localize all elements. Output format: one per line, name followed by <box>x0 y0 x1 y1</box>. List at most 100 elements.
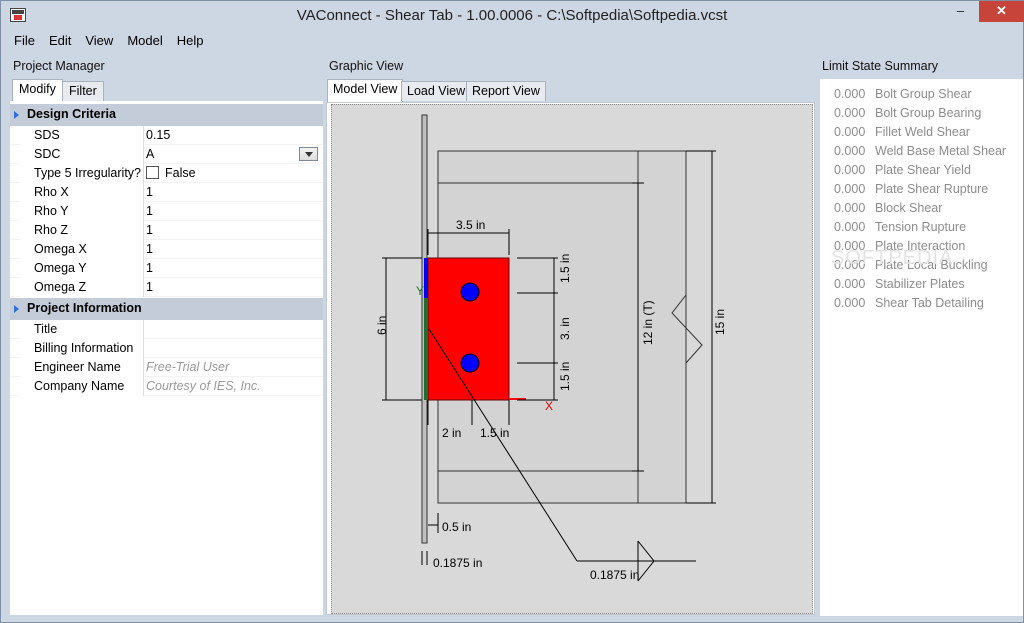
dim-plate-thickness: 0.1875 in <box>433 556 482 570</box>
property-label: Engineer Name <box>20 358 144 377</box>
property-value[interactable]: 1 <box>146 223 321 240</box>
dim-weld-size: 0.1875 in <box>590 568 639 582</box>
property-value[interactable] <box>146 341 321 358</box>
limit-state-label: Block Shear <box>875 201 943 215</box>
dim-h15: 15 in <box>713 309 727 335</box>
limit-state-value: 0.000 <box>834 144 866 158</box>
watermark: SOFTPEDIA <box>831 247 954 269</box>
bolt-hole <box>460 353 480 373</box>
model-canvas[interactable]: X Y 3.5 in 6 in 1.5 in 3. in 1.5 in 12 i… <box>326 102 815 615</box>
limit-state-panel: 0.000 Bolt Group Shear 0.000 Bolt Group Be… <box>820 79 1023 616</box>
limit-state-row[interactable]: 0.000 Bolt Group Bearing <box>834 106 981 125</box>
dim-h12: 12 in (T) <box>641 300 655 345</box>
graphic-view-panel: Model View Load View Report View X Y 3.5… <box>324 79 817 616</box>
limit-state-row[interactable]: 0.000 Block Shear <box>834 201 942 220</box>
shear-plate <box>427 257 510 401</box>
tab-filter[interactable]: Filter <box>62 81 104 101</box>
y-axis-label: Y <box>416 284 424 298</box>
limit-state-value: 0.000 <box>834 220 866 234</box>
property-value[interactable]: 1 <box>146 204 321 221</box>
menu-file[interactable]: File <box>7 31 42 51</box>
property-row[interactable]: SDC A <box>10 145 323 164</box>
limit-state-value: 0.000 <box>834 277 866 291</box>
property-label: Rho X <box>20 183 144 202</box>
limit-state-label: Stabilizer Plates <box>875 277 965 291</box>
sdc-dropdown[interactable]: A <box>146 147 321 164</box>
property-value[interactable]: 1 <box>146 242 321 259</box>
section-project-information[interactable]: Project Information <box>10 298 323 320</box>
property-grid: Design Criteria SDS 0.15 SDC A Type 5 Irre… <box>10 103 323 396</box>
limit-state-row[interactable]: 0.000 Weld Base Metal Shear <box>834 144 1006 163</box>
property-row[interactable]: Billing Information <box>10 339 323 358</box>
property-label: SDC <box>20 145 144 164</box>
shear-tab-drawing: X Y 3.5 in 6 in 1.5 in 3. in 1.5 in 12 i… <box>375 114 727 582</box>
property-value[interactable] <box>146 322 321 339</box>
property-value[interactable]: Free-Trial User <box>146 360 321 377</box>
property-row[interactable]: Omega Y1 <box>10 259 323 278</box>
property-value[interactable]: Courtesy of IES, Inc. <box>146 379 321 396</box>
dim-spacing-2: 1.5 in <box>558 362 572 391</box>
property-label: Billing Information <box>20 339 144 358</box>
property-value[interactable]: 1 <box>146 261 321 278</box>
limit-state-label: Weld Base Metal Shear <box>875 144 1007 158</box>
limit-state-label: Bolt Group Bearing <box>875 106 982 120</box>
property-row[interactable]: Engineer Name Free-Trial User <box>10 358 323 377</box>
limit-state-row[interactable]: 0.000 Plate Shear Rupture <box>834 182 988 201</box>
limit-state-row[interactable]: 0.000 Plate Shear Yield <box>834 163 971 182</box>
property-value: A <box>146 147 155 161</box>
tab-load-view[interactable]: Load View <box>401 81 472 101</box>
dim-side-6: 6 in <box>375 316 389 335</box>
property-row[interactable]: Type 5 Irregularity? False <box>10 164 323 183</box>
type5-checkbox-field[interactable]: False <box>146 166 321 183</box>
section-design-criteria[interactable]: Design Criteria <box>10 104 323 126</box>
app-window: VAConnect - Shear Tab - 1.00.0006 - C:\S… <box>0 0 1024 623</box>
property-row[interactable]: Omega X1 <box>10 240 323 259</box>
property-row[interactable]: Title <box>10 320 323 339</box>
limit-state-label: Plate Shear Rupture <box>875 182 989 196</box>
weld-line <box>424 298 428 400</box>
tab-model-view[interactable]: Model View <box>327 79 404 102</box>
dim-top: 3.5 in <box>456 218 485 232</box>
property-value[interactable]: 1 <box>146 185 321 202</box>
limit-state-row[interactable]: 0.000 Fillet Weld Shear <box>834 125 970 144</box>
property-label: SDS <box>20 126 144 145</box>
limit-state-row[interactable]: 0.000 Tension Rupture <box>834 220 966 239</box>
property-row[interactable]: Rho Y1 <box>10 202 323 221</box>
menu-model[interactable]: Model <box>120 31 169 51</box>
menu-bar: File Edit View Model Help <box>7 31 210 51</box>
x-axis-label: X <box>545 399 553 413</box>
limit-state-value: 0.000 <box>834 201 866 215</box>
limit-state-value: 0.000 <box>834 87 866 101</box>
property-row[interactable]: Rho Z1 <box>10 221 323 240</box>
property-label: Title <box>20 320 144 339</box>
menu-help[interactable]: Help <box>170 31 211 51</box>
property-value[interactable]: 1 <box>146 280 321 297</box>
checkbox[interactable] <box>146 166 159 179</box>
limit-state-row[interactable]: 0.000 Shear Tab Detailing <box>834 296 984 315</box>
y-axis-marker <box>424 258 428 298</box>
property-value[interactable]: 0.15 <box>146 128 321 145</box>
limit-state-value: 0.000 <box>834 163 866 177</box>
limit-state-label: Plate Shear Yield <box>875 163 971 177</box>
project-manager-tabs: Modify Filter <box>10 79 323 101</box>
property-row[interactable]: SDS 0.15 <box>10 126 323 145</box>
property-label: Company Name <box>20 377 144 396</box>
menu-view[interactable]: View <box>78 31 120 51</box>
limit-state-row[interactable]: 0.000 Stabilizer Plates <box>834 277 965 296</box>
drawing-area[interactable]: X Y 3.5 in 6 in 1.5 in 3. in 1.5 in 12 i… <box>331 104 813 614</box>
bolt-hole <box>460 282 480 302</box>
chevron-down-icon[interactable] <box>299 147 318 161</box>
limit-state-row[interactable]: 0.000 Bolt Group Shear <box>834 87 972 106</box>
menu-edit[interactable]: Edit <box>42 31 78 51</box>
limit-state-label: Bolt Group Shear <box>875 87 972 101</box>
property-row[interactable]: Rho X1 <box>10 183 323 202</box>
property-label: Omega Z <box>20 278 144 297</box>
property-row[interactable]: Company Name Courtesy of IES, Inc. <box>10 377 323 396</box>
graphic-view-tabs: Model View Load View Report View <box>324 79 817 102</box>
minimize-button[interactable]: – <box>947 1 974 22</box>
property-row[interactable]: Omega Z1 <box>10 278 323 297</box>
limit-state-label: Shear Tab Detailing <box>875 296 984 310</box>
tab-report-view[interactable]: Report View <box>466 81 546 101</box>
tab-modify[interactable]: Modify <box>12 79 63 101</box>
close-button[interactable]: ✕ <box>979 1 1024 22</box>
